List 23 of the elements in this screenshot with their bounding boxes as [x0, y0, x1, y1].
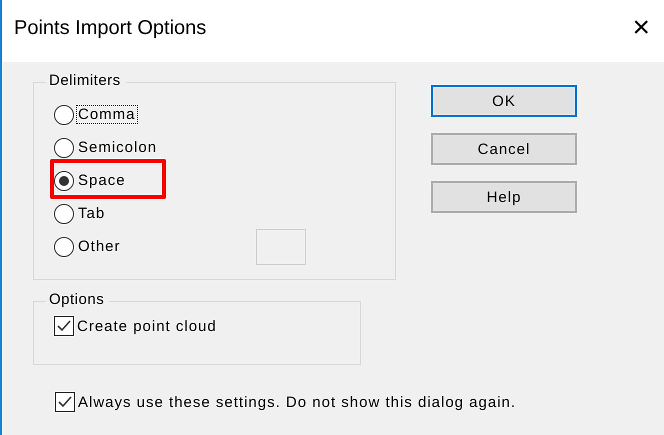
- checkbox[interactable]: [55, 392, 75, 412]
- close-button[interactable]: ×: [632, 13, 650, 43]
- dialog-button[interactable]: Cancel: [431, 133, 577, 165]
- radio-button[interactable]: [54, 170, 74, 190]
- radio-button[interactable]: [54, 204, 74, 224]
- check-mark-icon: [56, 318, 72, 334]
- checkbox[interactable]: [54, 316, 74, 336]
- radio-button[interactable]: [54, 104, 74, 124]
- radio-label[interactable]: Other: [76, 237, 123, 256]
- dialog-button[interactable]: Help: [431, 181, 577, 213]
- radio-label[interactable]: Tab: [76, 204, 108, 223]
- radio-label[interactable]: Space: [76, 171, 128, 190]
- radio-label[interactable]: Semicolon: [76, 138, 160, 157]
- radio-button[interactable]: [54, 236, 74, 256]
- input-field[interactable]: [256, 228, 306, 264]
- group-title: Options: [46, 291, 110, 308]
- radio-label[interactable]: Comma: [76, 105, 138, 124]
- checkbox-label[interactable]: Create point cloud: [77, 318, 217, 334]
- dialog-button[interactable]: OK: [431, 85, 577, 117]
- check-mark-icon: [57, 394, 73, 410]
- checkbox-label[interactable]: Always use these settings. Do not show this dialog again.: [78, 394, 516, 410]
- radio-button[interactable]: [54, 138, 74, 158]
- window-title: Points Import Options: [14, 16, 206, 40]
